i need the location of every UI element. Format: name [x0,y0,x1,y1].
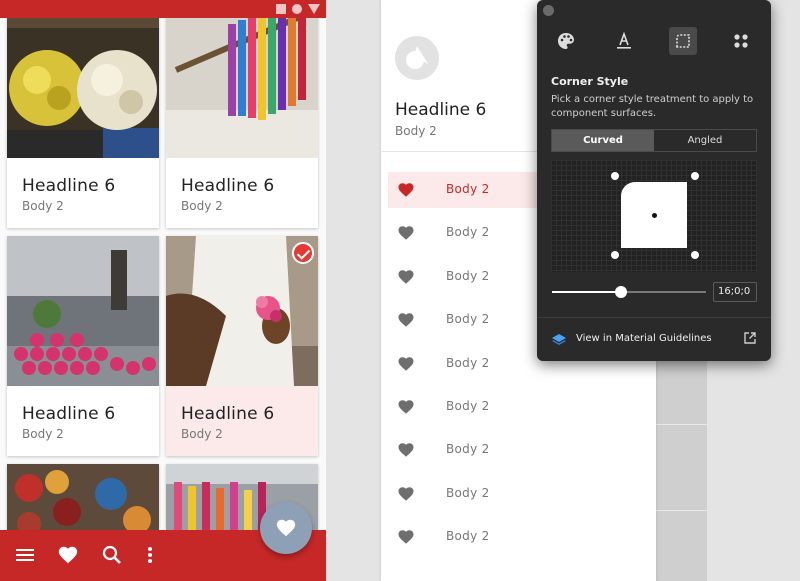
open-external-icon[interactable] [743,331,757,345]
guidelines-link[interactable]: View in Material Guidelines [576,333,712,344]
selected-check-icon [292,242,314,264]
corner-handle-top-right[interactable] [691,172,699,180]
heart-icon [276,519,296,537]
card-4[interactable]: Headline 6 Body 2 [166,236,318,456]
heart-icon[interactable] [396,528,416,546]
card-4-body: Body 2 [181,427,223,441]
favorite-fab[interactable] [260,502,312,554]
divider [537,317,771,318]
center-handle [652,213,657,218]
triangle-icon [308,4,320,14]
heart-icon[interactable] [396,268,416,286]
segment-angled[interactable]: Angled [654,130,756,151]
card-3-headline: Headline 6 [22,404,116,424]
avatar [395,36,439,80]
segment-curved[interactable]: Curved [552,130,654,151]
card-3[interactable]: Headline 6 Body 2 [7,236,159,456]
phone-app: Headline 6 Body 2 Headline 6 Body 2 Head… [0,0,326,581]
corner-size-slider[interactable] [552,286,706,298]
tool-shape[interactable] [669,27,697,55]
card-2[interactable]: Headline 6 Body 2 [166,10,318,228]
theme-editor-popover: Corner Style Pick a corner style treatme… [537,0,771,361]
card-3-body: Body 2 [22,427,64,441]
heart-icon[interactable] [57,544,79,566]
section-title: Corner Style [551,75,629,88]
list-item-label: Body 2 [446,529,490,544]
list-item[interactable]: Body 2 [388,519,650,555]
window-close-dot[interactable] [543,5,554,16]
status-bar [0,0,326,18]
background-strip [655,360,707,581]
card-1-image [7,10,159,158]
list-item-label: Body 2 [446,485,490,500]
list-item-label: Body 2 [446,355,490,370]
corner-handle-top-left[interactable] [611,172,619,180]
square-icon [276,4,286,14]
icons-icon [734,34,748,48]
panel-body: Body 2 [395,124,437,138]
palette-icon [558,33,574,49]
list-item-label: Body 2 [446,442,490,457]
list-item-label: Body 2 [446,182,490,196]
card-1[interactable]: Headline 6 Body 2 [7,10,159,228]
card-3-image [7,236,159,386]
list-item-label: Body 2 [446,399,490,413]
list-item-label: Body 2 [446,312,490,327]
list-item-label: Body 2 [446,268,490,283]
corner-handle-bottom-left[interactable] [611,251,619,259]
card-2-image [166,10,318,158]
list-item-label: Body 2 [446,225,490,240]
more-vert-icon[interactable] [139,544,161,566]
heart-icon[interactable] [396,485,416,503]
menu-icon[interactable] [14,544,36,566]
material-layers-icon [552,334,566,345]
card-2-body: Body 2 [181,199,223,213]
list-item[interactable]: Body 2 [388,476,650,512]
card-4-headline: Headline 6 [181,404,275,424]
shape-icon [676,34,690,48]
list-item[interactable]: Body 2 [388,432,650,468]
search-icon[interactable] [101,544,123,566]
list-item[interactable]: Body 2 [388,389,650,425]
card-2-headline: Headline 6 [181,176,275,196]
corner-preview [551,160,757,272]
heart-icon[interactable] [396,181,416,199]
card-1-body: Body 2 [22,199,64,213]
typography-icon [617,31,631,49]
heart-icon[interactable] [396,398,416,416]
slider-fill [552,291,622,293]
panel-headline: Headline 6 [395,100,487,120]
heart-icon[interactable] [396,355,416,373]
tool-color[interactable] [552,27,580,55]
corner-style-toggle: Curved Angled [551,129,757,152]
tool-icons[interactable] [727,27,755,55]
section-description: Pick a corner style treatment to apply t… [551,94,754,119]
corner-handle-bottom-right[interactable] [691,251,699,259]
heart-icon[interactable] [396,441,416,459]
card-1-headline: Headline 6 [22,176,116,196]
slider-thumb[interactable] [615,286,628,298]
circle-icon [292,4,302,14]
corner-size-input[interactable]: 16;0;0 [713,282,757,302]
tool-typography[interactable] [610,27,638,55]
heart-icon[interactable] [396,311,416,329]
heart-icon[interactable] [396,224,416,242]
